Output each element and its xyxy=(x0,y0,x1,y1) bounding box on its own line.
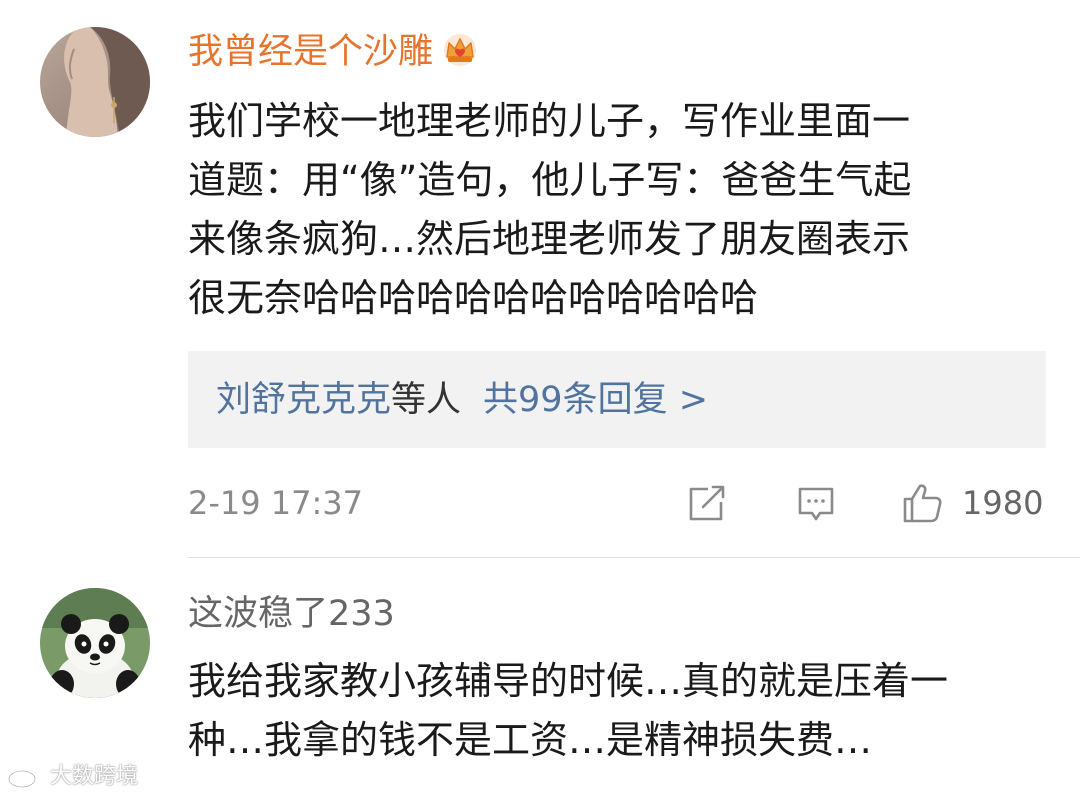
crown-icon xyxy=(444,34,477,66)
comment-icon[interactable] xyxy=(794,481,838,525)
woman-profile-avatar-icon xyxy=(40,27,150,137)
reply-count-link[interactable]: 共99条回复 > xyxy=(483,380,708,420)
comment-item: 我曾经是个沙雕 我们学校一地理老师的儿子，写作业里面一 道题：用“像”造句，他儿… xyxy=(0,0,1080,557)
watermark-text: 大数跨境 xyxy=(50,764,139,789)
avatar[interactable] xyxy=(40,588,150,698)
username-label: 我曾经是个沙雕 xyxy=(188,32,434,72)
username[interactable]: 这波稳了233 xyxy=(188,594,395,634)
avatar[interactable] xyxy=(40,27,150,137)
username-label: 这波稳了233 xyxy=(188,594,395,634)
thumbs-up-icon[interactable] xyxy=(900,481,944,525)
comment-meta: 2-19 17:37 1980 xyxy=(188,481,1046,527)
comment-text: 我给我家教小孩辅导的时候…真的就是压着一 种…我拿的钱不是工资…是精神损失费… xyxy=(188,659,949,762)
reply-users-suffix: 等人 xyxy=(391,380,462,420)
like-count: 1980 xyxy=(962,484,1044,522)
watermark: 大数跨境 xyxy=(6,760,138,794)
username[interactable]: 我曾经是个沙雕 xyxy=(188,32,479,72)
weibo-logo-icon xyxy=(7,765,44,789)
share-icon[interactable] xyxy=(684,481,728,525)
comment-item: 这波稳了233 我给我家教小孩辅导的时候…真的就是压着一 种…我拿的钱不是工资…… xyxy=(0,558,1080,797)
timestamp: 2-19 17:37 xyxy=(188,484,364,522)
panda-avatar-icon xyxy=(40,588,150,698)
replies-summary[interactable]: 刘舒克克克等人 共99条回复 > xyxy=(188,351,1046,448)
reply-users-link[interactable]: 刘舒克克克 xyxy=(216,380,391,420)
comment-text: 我们学校一地理老师的儿子，写作业里面一 道题：用“像”造句，他儿子写：爸爸生气起… xyxy=(188,99,912,320)
